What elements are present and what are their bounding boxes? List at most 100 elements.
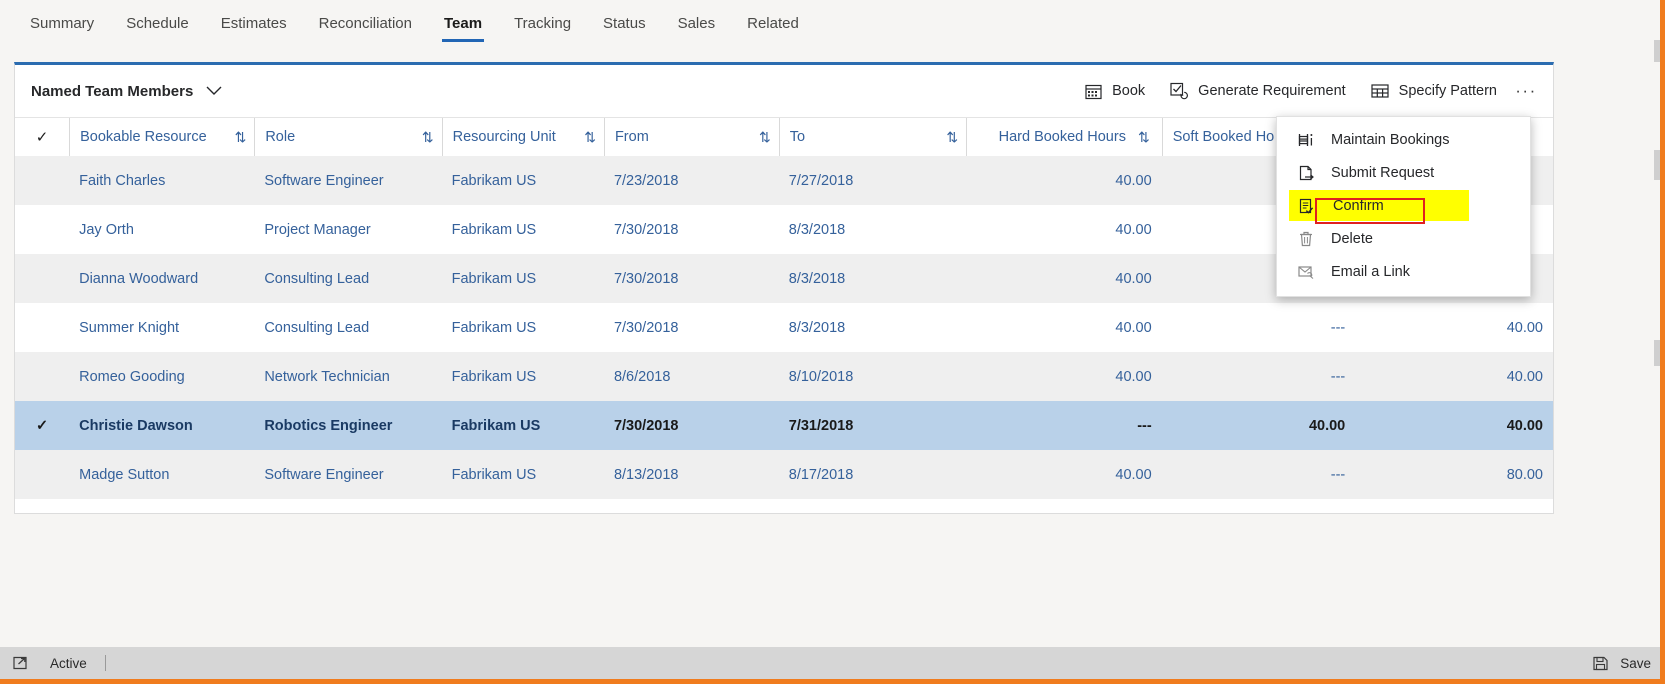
- cell-bookable-resource[interactable]: Romeo Gooding: [69, 352, 255, 401]
- tab-team[interactable]: Team: [428, 0, 498, 46]
- cell-bookable-resource[interactable]: Madge Sutton: [69, 450, 255, 499]
- column-header-resourcing-unit[interactable]: Resourcing Unit ⇅: [441, 117, 604, 156]
- cell-role[interactable]: Software Engineer: [254, 156, 442, 205]
- sort-icon[interactable]: ⇅: [578, 129, 604, 146]
- cell-total-hours: 40.00: [1506, 319, 1543, 336]
- command-label: Book: [1112, 83, 1146, 99]
- cell-role[interactable]: Consulting Lead: [254, 254, 442, 303]
- cell-bookable-resource[interactable]: Jay Orth: [69, 205, 254, 254]
- book-button[interactable]: Book: [1071, 75, 1157, 107]
- cell-resourcing-unit[interactable]: Fabrikam US: [441, 254, 604, 303]
- save-label: Save: [1620, 655, 1651, 671]
- tab-related[interactable]: Related: [731, 0, 815, 46]
- more-commands-button[interactable]: ···: [1509, 76, 1543, 106]
- table-row[interactable]: Romeo Gooding Network Technician Fabrika…: [15, 352, 1553, 401]
- cell-resourcing-unit[interactable]: Fabrikam US: [441, 401, 604, 450]
- row-checkbox-checked[interactable]: ✓: [15, 401, 70, 450]
- cell-from: 7/30/2018: [613, 221, 679, 238]
- menu-item-email-a-link[interactable]: Email a Link: [1277, 255, 1530, 288]
- grid-table-icon: [1370, 81, 1390, 101]
- column-label: From: [614, 129, 649, 145]
- cell-hard-booked-hours: 40.00: [966, 156, 1162, 205]
- column-header-bookable-resource[interactable]: Bookable Resource ⇅: [69, 117, 255, 156]
- cell-hard-booked-hours: 40.00: [1115, 221, 1152, 238]
- cell-to: 8/17/2018: [778, 450, 967, 499]
- cell-resourcing-unit[interactable]: Fabrikam US: [441, 156, 604, 205]
- top-tab-bar: Summary Schedule Estimates Reconciliatio…: [0, 0, 1665, 48]
- cell-resourcing-unit[interactable]: Fabrikam US: [441, 450, 604, 499]
- cell-bookable-resource[interactable]: Christie Dawson: [69, 401, 255, 450]
- popout-icon[interactable]: [8, 656, 32, 670]
- column-header-role[interactable]: Role ⇅: [254, 117, 442, 156]
- row-checkbox[interactable]: [15, 352, 70, 401]
- cell-soft-booked-hours: ---: [1161, 352, 1356, 401]
- cell-role[interactable]: Robotics Engineer: [254, 401, 442, 450]
- menu-item-label: Email a Link: [1331, 263, 1410, 280]
- tab-estimates[interactable]: Estimates: [205, 0, 303, 46]
- cell-resourcing-unit[interactable]: Fabrikam US: [442, 303, 604, 352]
- tab-summary[interactable]: Summary: [14, 0, 110, 46]
- save-button[interactable]: Save: [1588, 656, 1651, 671]
- cell-resourcing-unit[interactable]: Fabrikam US: [442, 205, 604, 254]
- cell-role[interactable]: Consulting Lead: [254, 303, 441, 352]
- cell-role[interactable]: Software Engineer: [254, 450, 442, 499]
- bottom-accent-bar: [0, 679, 1665, 684]
- cell-role[interactable]: Network Technician: [254, 352, 442, 401]
- tab-tracking[interactable]: Tracking: [498, 0, 587, 46]
- cell-bookable-resource[interactable]: Faith Charles: [69, 156, 255, 205]
- menu-item-delete[interactable]: Delete: [1277, 222, 1530, 255]
- tab-schedule[interactable]: Schedule: [110, 0, 205, 46]
- cell-bookable-resource[interactable]: Dianna Woodward: [69, 254, 255, 303]
- cell-to: 8/3/2018: [778, 254, 967, 303]
- status-text: Active: [50, 655, 87, 671]
- sort-icon[interactable]: ⇅: [940, 129, 966, 146]
- sort-icon[interactable]: ⇅: [229, 129, 255, 146]
- cell-hard-booked-hours: ---: [966, 401, 1162, 450]
- tab-status[interactable]: Status: [587, 0, 662, 46]
- column-header-to[interactable]: To ⇅: [778, 117, 967, 156]
- floppy-save-icon: [1588, 656, 1612, 671]
- menu-item-submit-request[interactable]: Submit Request: [1277, 156, 1530, 189]
- table-row-selected[interactable]: ✓ Christie Dawson Robotics Engineer Fabr…: [15, 401, 1553, 450]
- table-row[interactable]: Madge Sutton Software Engineer Fabrikam …: [15, 450, 1553, 499]
- cell-soft-booked-hours: ---: [1330, 319, 1346, 336]
- cell-from: 7/23/2018: [603, 156, 779, 205]
- command-label: Generate Requirement: [1198, 83, 1346, 99]
- row-checkbox[interactable]: [15, 156, 70, 205]
- cell-resourcing-unit[interactable]: Fabrikam US: [441, 352, 604, 401]
- column-header-hard-booked-hours[interactable]: Hard Booked Hours ⇅: [966, 117, 1162, 156]
- table-row[interactable]: Summer Knight Consulting Lead Fabrikam U…: [15, 303, 1553, 352]
- cell-hard-booked-hours: 40.00: [966, 352, 1162, 401]
- tab-label: Reconciliation: [318, 14, 412, 32]
- cell-role[interactable]: Project Manager: [254, 205, 441, 254]
- menu-item-maintain-bookings[interactable]: Maintain Bookings: [1277, 123, 1530, 156]
- sort-icon[interactable]: ⇅: [1132, 129, 1150, 146]
- row-checkbox[interactable]: [15, 205, 69, 254]
- column-header-select-all[interactable]: ✓: [15, 117, 70, 156]
- cell-from: 7/30/2018: [603, 254, 779, 303]
- cell-from: 7/30/2018: [613, 319, 679, 336]
- row-checkbox[interactable]: [15, 254, 70, 303]
- cell-soft-booked-hours: ---: [1161, 450, 1356, 499]
- select-all-checkmark-icon[interactable]: ✓: [15, 118, 69, 156]
- row-checkbox[interactable]: [15, 450, 70, 499]
- tab-reconciliation[interactable]: Reconciliation: [303, 0, 428, 46]
- panel-header: Named Team Members Book Generate Require…: [15, 65, 1553, 117]
- chevron-down-icon[interactable]: [205, 82, 223, 100]
- command-bar: Book Generate Requirement Specify Patter…: [1071, 75, 1547, 107]
- row-checkbox[interactable]: [15, 303, 69, 352]
- right-accent-bar: [1660, 0, 1665, 684]
- tab-label: Summary: [30, 14, 95, 32]
- cell-bookable-resource[interactable]: Summer Knight: [69, 303, 254, 352]
- menu-item-label: Submit Request: [1331, 164, 1435, 181]
- status-divider: [104, 655, 106, 671]
- menu-item-label: Maintain Bookings: [1331, 131, 1450, 148]
- tab-sales[interactable]: Sales: [662, 0, 732, 46]
- specify-pattern-button[interactable]: Specify Pattern: [1358, 75, 1509, 107]
- sort-icon[interactable]: ⇅: [416, 129, 442, 146]
- menu-item-confirm[interactable]: Confirm: [1277, 189, 1530, 222]
- cell-from: 8/6/2018: [603, 352, 779, 401]
- column-header-from[interactable]: From ⇅: [603, 117, 779, 156]
- generate-requirement-button[interactable]: Generate Requirement: [1157, 75, 1358, 107]
- sort-icon[interactable]: ⇅: [753, 129, 779, 146]
